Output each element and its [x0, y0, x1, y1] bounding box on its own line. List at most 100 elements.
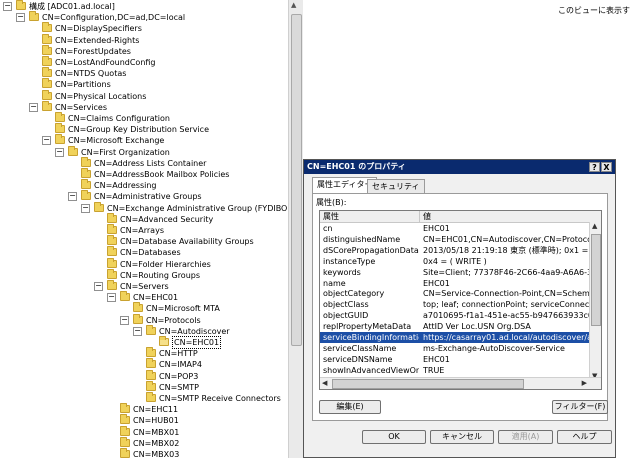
collapse-icon[interactable]: − — [133, 326, 142, 336]
collapse-icon[interactable]: − — [94, 282, 103, 291]
tree-node[interactable]: CN=Physical Locations — [0, 89, 288, 102]
help-button[interactable]: ヘルプ — [557, 430, 612, 444]
tree-node-label[interactable]: CN=POP3 — [159, 371, 198, 382]
scroll-up-arrow-icon[interactable]: ▲ — [291, 1, 296, 9]
collapse-icon[interactable]: − — [107, 293, 116, 303]
tree-node[interactable]: − CN=Administrative Groups — [0, 190, 288, 202]
tree-node-label[interactable]: CN=NTDS Quotas — [55, 68, 126, 79]
tree-node-label[interactable]: CN=LostAndFoundConfig — [55, 57, 156, 68]
tree-node[interactable]: CN=Partitions — [0, 78, 288, 90]
collapse-icon[interactable]: − — [3, 2, 12, 11]
tree-node[interactable]: CN=Database Availability Groups — [0, 235, 288, 247]
help-title-button[interactable]: ? — [589, 162, 600, 172]
scroll-up-arrow-icon[interactable]: ▲ — [592, 222, 597, 230]
tree-node[interactable]: CN=SMTP — [0, 380, 288, 393]
tree-node[interactable]: − CN=Autodiscover — [0, 324, 288, 337]
collapse-icon[interactable]: − — [55, 147, 64, 157]
scroll-left-arrow-icon[interactable]: ◀ — [322, 379, 327, 387]
tree-node-label[interactable]: CN=Exchange Administrative Group (FYDIBO… — [107, 203, 288, 214]
tree-node-label[interactable]: CN=Advanced Security — [120, 214, 213, 225]
tree-node[interactable]: CN=Databases — [0, 246, 288, 258]
tree-node[interactable]: − CN=Exchange Administrative Group (FYDIB… — [0, 201, 288, 214]
tree-node-label[interactable]: CN=Administrative Groups — [94, 191, 202, 202]
tree-node-label[interactable]: CN=Servers — [120, 281, 169, 292]
tree-node-label[interactable]: CN=SMTP Receive Connectors — [159, 393, 281, 404]
list-vertical-scrollbar[interactable]: ▲ ▼ — [589, 222, 601, 380]
tree-node-label[interactable]: CN=EHC01 — [172, 336, 222, 349]
edit-button[interactable]: 編集(E) — [319, 400, 381, 414]
attribute-row[interactable]: serviceBindingInformation https://casarra… — [320, 332, 590, 343]
attribute-row[interactable]: dSCorePropagationData 2013/05/18 21:19:18… — [320, 245, 590, 256]
tree-node[interactable]: − CN=First Organization — [0, 145, 288, 158]
tree-node-label[interactable]: CN=DisplaySpecifiers — [55, 23, 142, 34]
collapse-icon[interactable]: − — [81, 203, 90, 213]
attribute-row[interactable]: serviceClassName ms-Exchange-AutoDiscover… — [320, 343, 590, 354]
tree-node-label[interactable]: CN=Extended-Rights — [55, 35, 139, 46]
tree-node[interactable]: CN=Advanced Security — [0, 212, 288, 225]
tree-node-label[interactable]: CN=Claims Configuration — [68, 113, 170, 124]
tree-node-label[interactable]: CN=Configuration,DC=ad,DC=local — [42, 12, 185, 23]
tree-node-label[interactable]: CN=MBX03 — [133, 449, 179, 458]
tree-node[interactable]: − CN=Microsoft Exchange — [0, 134, 288, 146]
tree-node[interactable]: − CN=Services — [0, 100, 288, 113]
tree-node[interactable]: CN=Routing Groups — [0, 268, 288, 281]
attributes-list[interactable]: 属性 値 cn EHC01 distinguishedName CN=EHC01,CN… — [319, 210, 602, 390]
tree-node-label[interactable]: CN=Folder Hierarchies — [120, 259, 211, 270]
tree-node[interactable]: CN=Microsoft MTA — [0, 302, 288, 314]
tree-node-label[interactable]: CN=Databases — [120, 247, 181, 258]
tree-node[interactable]: CN=SMTP Receive Connectors — [0, 392, 288, 404]
attribute-row[interactable]: objectGUID a7010695-f1a1-451e-ac55-b94766… — [320, 310, 590, 321]
tree-node[interactable]: CN=EHC01 — [0, 336, 288, 349]
tree-node[interactable]: CN=Address Lists Container — [0, 156, 288, 169]
close-title-button[interactable]: X — [601, 162, 612, 172]
attribute-row[interactable]: keywords Site=Client; 77378F46-2C66-4aa9-… — [320, 267, 590, 278]
collapse-icon[interactable]: − — [120, 315, 129, 325]
tree-node-label[interactable]: CN=Services — [55, 102, 107, 113]
tree-node[interactable]: CN=MBX03 — [0, 448, 288, 458]
attribute-row[interactable]: instanceType 0x4 = ( WRITE ) — [320, 256, 590, 267]
scroll-right-arrow-icon[interactable]: ▶ — [582, 379, 587, 387]
tree-node[interactable]: − CN=EHC01 — [0, 291, 288, 303]
column-header-value[interactable]: 値 — [420, 211, 601, 222]
tree-node-label[interactable]: CN=Address Lists Container — [94, 158, 206, 169]
collapse-icon[interactable]: − — [42, 136, 51, 146]
ok-button[interactable]: OK — [362, 430, 426, 444]
tree-node[interactable]: CN=Claims Configuration — [0, 112, 288, 124]
tree-node[interactable]: CN=Extended-Rights — [0, 33, 288, 46]
tree-node-label[interactable]: CN=IMAP4 — [159, 359, 202, 370]
collapse-icon[interactable]: − — [16, 13, 25, 23]
tree-node-label[interactable]: CN=ForestUpdates — [55, 46, 131, 57]
tree-node[interactable]: CN=Arrays — [0, 224, 288, 236]
tree-node[interactable]: CN=EHC11 — [0, 403, 288, 415]
tree-node-label[interactable]: CN=Microsoft MTA — [146, 303, 220, 314]
tree-node-label[interactable]: CN=Routing Groups — [120, 270, 200, 281]
tab-security[interactable]: セキュリティ — [367, 179, 425, 193]
attribute-row[interactable]: distinguishedName CN=EHC01,CN=Autodiscove… — [320, 234, 590, 245]
tree-node-label[interactable]: CN=Partitions — [55, 79, 111, 90]
tree-node-label[interactable]: CN=Addressing — [94, 180, 157, 191]
apply-button[interactable]: 適用(A) — [498, 430, 553, 444]
tree-node-label[interactable]: CN=Protocols — [146, 315, 201, 326]
tree-node-label[interactable]: 構成 [ADC01.ad.local] — [29, 1, 115, 12]
tree-node-label[interactable]: CN=SMTP — [159, 382, 199, 393]
tree-node[interactable]: CN=MBX02 — [0, 436, 288, 449]
tree-node[interactable]: CN=POP3 — [0, 369, 288, 382]
filter-button[interactable]: フィルター(F) — [552, 400, 608, 414]
tree-node-label[interactable]: CN=Arrays — [120, 225, 164, 236]
scrollbar-thumb[interactable] — [291, 14, 302, 346]
scrollbar-thumb[interactable] — [332, 379, 524, 389]
tree-node[interactable]: CN=IMAP4 — [0, 358, 288, 370]
tree-node-label[interactable]: CN=Database Availability Groups — [120, 236, 254, 247]
scrollbar-thumb[interactable] — [591, 234, 601, 326]
attribute-row[interactable]: serviceDNSName EHC01 — [320, 354, 590, 365]
collapse-icon[interactable]: − — [29, 102, 38, 112]
tree-node-label[interactable]: CN=First Organization — [81, 147, 170, 158]
tree-node[interactable]: CN=DisplaySpecifiers — [0, 22, 288, 34]
tree-node[interactable]: CN=Folder Hierarchies — [0, 257, 288, 270]
tree-node-label[interactable]: CN=Group Key Distribution Service — [68, 124, 209, 135]
tree-node[interactable]: − CN=Servers — [0, 280, 288, 292]
tree-node[interactable]: CN=MBX01 — [0, 425, 288, 438]
attribute-row[interactable]: replPropertyMetaData AttID Ver Loc.USN Or… — [320, 321, 590, 332]
tree-node-label[interactable]: CN=HUB01 — [133, 415, 179, 426]
tree-node[interactable]: − CN=Protocols — [0, 313, 288, 326]
